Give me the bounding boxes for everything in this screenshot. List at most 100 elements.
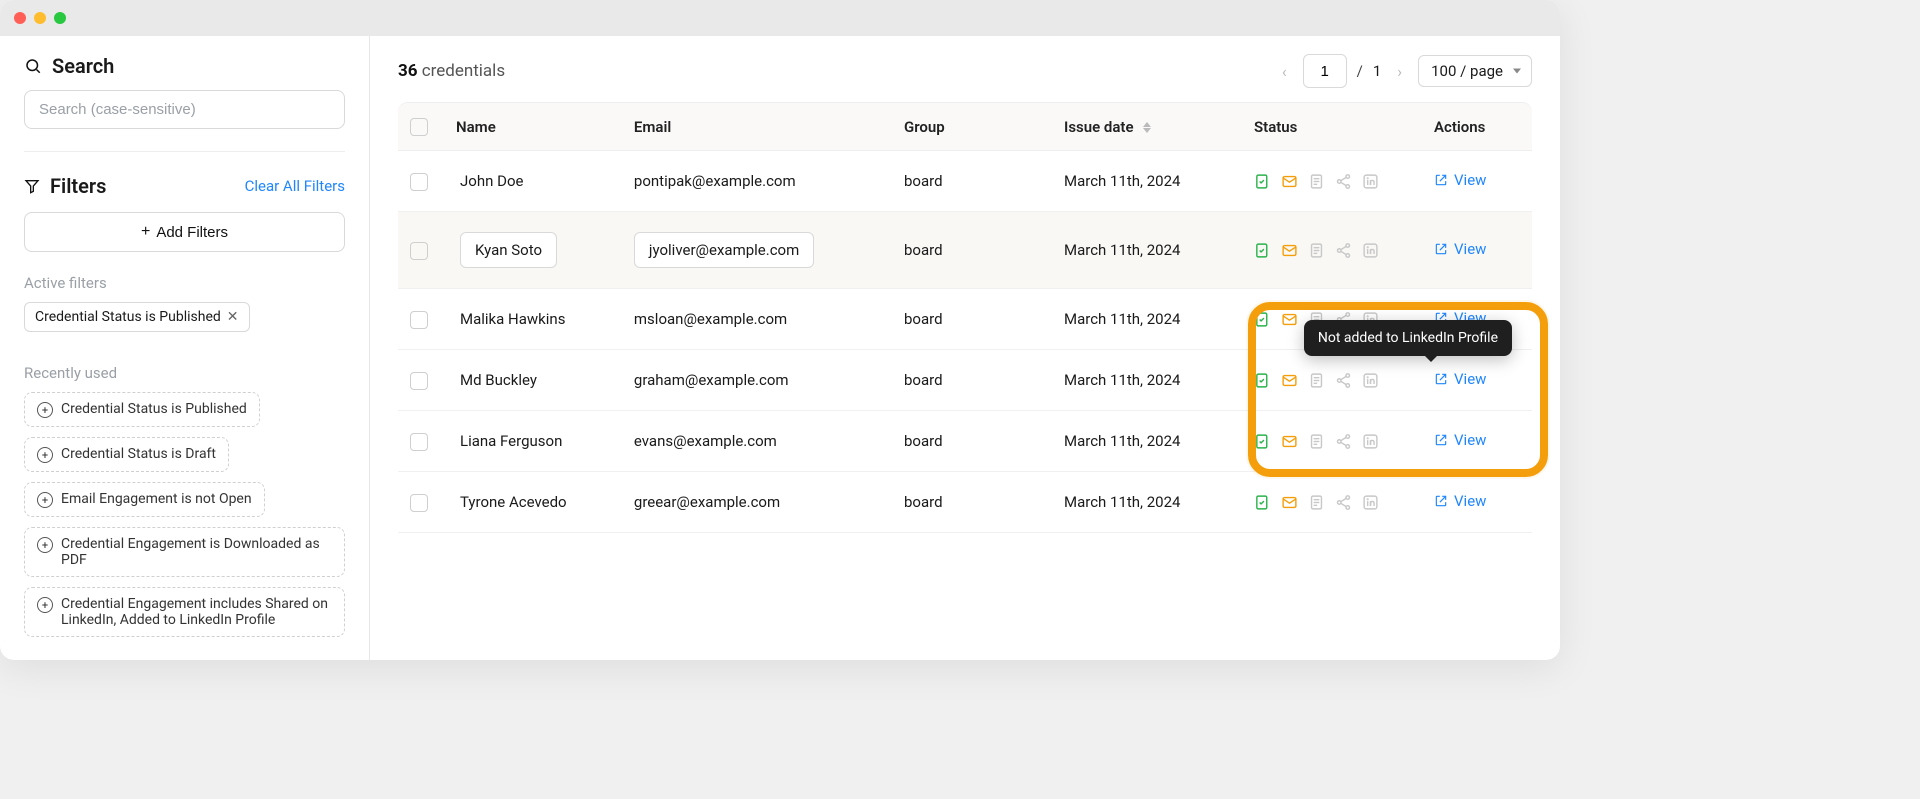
- active-filter-chip[interactable]: Credential Status is Published ✕: [24, 302, 250, 332]
- table-row[interactable]: John Doe pontipak@example.com board Marc…: [398, 151, 1532, 212]
- view-link[interactable]: View: [1434, 240, 1486, 258]
- row-checkbox[interactable]: [410, 242, 428, 260]
- published-icon: [1254, 372, 1271, 389]
- per-page-select[interactable]: 100 / page: [1418, 55, 1532, 87]
- sort-icon[interactable]: [1143, 122, 1151, 133]
- filter-suggestion[interactable]: + Credential Engagement includes Shared o…: [24, 587, 345, 637]
- table-row[interactable]: Md Buckley graham@example.com board Marc…: [398, 350, 1532, 411]
- search-icon: [24, 57, 42, 75]
- name-input[interactable]: Kyan Soto: [460, 232, 557, 268]
- column-actions: Actions: [1422, 102, 1532, 151]
- email-icon: [1281, 242, 1298, 259]
- row-group: board: [904, 371, 943, 389]
- results-count: 36 credentials: [398, 61, 505, 81]
- prev-page-button[interactable]: ‹: [1276, 58, 1293, 85]
- pdf-icon: [1308, 433, 1325, 450]
- window-minimize-button[interactable]: [34, 12, 46, 24]
- share-icon: [1335, 494, 1352, 511]
- view-link[interactable]: View: [1434, 492, 1486, 510]
- credentials-table: Name Email Group Issue date Status Actio…: [398, 102, 1532, 533]
- view-link[interactable]: View: [1434, 370, 1486, 388]
- column-group[interactable]: Group: [892, 102, 1052, 151]
- view-link[interactable]: View: [1434, 431, 1486, 449]
- page-number-input[interactable]: [1303, 54, 1347, 88]
- view-link-label: View: [1454, 171, 1486, 189]
- plus-circle-icon: +: [37, 597, 53, 613]
- search-input[interactable]: [24, 90, 345, 129]
- row-status-icons: [1254, 494, 1410, 511]
- row-date: March 11th, 2024: [1064, 310, 1180, 328]
- email-input[interactable]: jyoliver@example.com: [634, 232, 814, 268]
- column-issue-date-label: Issue date: [1064, 118, 1134, 136]
- table-row[interactable]: Liana Ferguson evans@example.com board M…: [398, 411, 1532, 472]
- clear-all-filters-link[interactable]: Clear All Filters: [245, 177, 345, 195]
- row-checkbox[interactable]: [410, 311, 428, 329]
- filter-suggestion-label: Credential Engagement includes Shared on…: [61, 596, 332, 628]
- window-maximize-button[interactable]: [54, 12, 66, 24]
- table-row[interactable]: Kyan Soto jyoliver@example.com board Mar…: [398, 212, 1532, 289]
- row-name: Tyrone Acevedo: [460, 493, 567, 511]
- row-checkbox[interactable]: [410, 173, 428, 191]
- filter-suggestion-label: Credential Engagement is Downloaded as P…: [61, 536, 332, 568]
- row-name: Liana Ferguson: [460, 432, 562, 450]
- row-date: March 11th, 2024: [1064, 371, 1180, 389]
- plus-circle-icon: +: [37, 402, 53, 418]
- filter-suggestion-label: Credential Status is Published: [61, 401, 247, 417]
- linkedin-icon: [1362, 173, 1379, 190]
- row-date: March 11th, 2024: [1064, 172, 1180, 190]
- row-email: msloan@example.com: [634, 310, 787, 328]
- filter-suggestion-label: Credential Status is Draft: [61, 446, 216, 462]
- next-page-button[interactable]: ›: [1391, 58, 1408, 85]
- row-group: board: [904, 172, 943, 190]
- pdf-icon: [1308, 173, 1325, 190]
- email-icon: [1281, 494, 1298, 511]
- email-icon: [1281, 173, 1298, 190]
- view-link[interactable]: View: [1434, 171, 1486, 189]
- email-icon: [1281, 311, 1298, 328]
- published-icon: [1254, 311, 1271, 328]
- row-email: pontipak@example.com: [634, 172, 796, 190]
- row-checkbox[interactable]: [410, 372, 428, 390]
- select-all-checkbox[interactable]: [410, 118, 428, 136]
- filter-suggestion[interactable]: +Credential Status is Draft: [24, 437, 229, 472]
- row-checkbox[interactable]: [410, 494, 428, 512]
- remove-filter-icon[interactable]: ✕: [227, 309, 239, 325]
- column-status[interactable]: Status: [1242, 102, 1422, 151]
- published-icon: [1254, 242, 1271, 259]
- row-group: board: [904, 493, 943, 511]
- filter-suggestion-label: Email Engagement is not Open: [61, 491, 252, 507]
- main-panel: 36 credentials ‹ / 1 › 100 / page: [370, 36, 1560, 660]
- filter-suggestion[interactable]: + Credential Status is Published: [24, 392, 260, 427]
- row-email: graham@example.com: [634, 371, 789, 389]
- row-checkbox[interactable]: [410, 433, 428, 451]
- plus-circle-icon: +: [37, 537, 53, 553]
- filter-suggestion[interactable]: + Email Engagement is not Open: [24, 482, 265, 517]
- column-issue-date[interactable]: Issue date: [1052, 102, 1242, 151]
- window-close-button[interactable]: [14, 12, 26, 24]
- add-filters-label: Add Filters: [156, 224, 228, 241]
- per-page-value: 100 / page: [1431, 62, 1503, 80]
- search-heading: Search: [24, 54, 345, 78]
- published-icon: [1254, 433, 1271, 450]
- linkedin-tooltip: Not added to LinkedIn Profile: [1304, 320, 1512, 356]
- row-name: Malika Hawkins: [460, 310, 565, 328]
- email-icon: [1281, 433, 1298, 450]
- column-email[interactable]: Email: [622, 102, 892, 151]
- table-row[interactable]: Tyrone Acevedo greear@example.com board …: [398, 472, 1532, 533]
- search-title: Search: [52, 54, 114, 78]
- pagination: ‹ / 1 › 100 / page: [1276, 54, 1532, 88]
- view-link-label: View: [1454, 370, 1486, 388]
- email-icon: [1281, 372, 1298, 389]
- plus-circle-icon: +: [37, 492, 53, 508]
- filter-suggestion[interactable]: + Credential Engagement is Downloaded as …: [24, 527, 345, 577]
- row-status-icons: [1254, 242, 1410, 259]
- row-date: March 11th, 2024: [1064, 493, 1180, 511]
- results-count-label: credentials: [422, 61, 505, 81]
- add-filters-button[interactable]: + Add Filters: [24, 212, 345, 252]
- share-icon: [1335, 242, 1352, 259]
- row-date: March 11th, 2024: [1064, 241, 1180, 259]
- row-group: board: [904, 241, 943, 259]
- column-name[interactable]: Name: [444, 102, 622, 151]
- row-name: John Doe: [460, 172, 523, 190]
- active-filters-label: Active filters: [24, 274, 345, 292]
